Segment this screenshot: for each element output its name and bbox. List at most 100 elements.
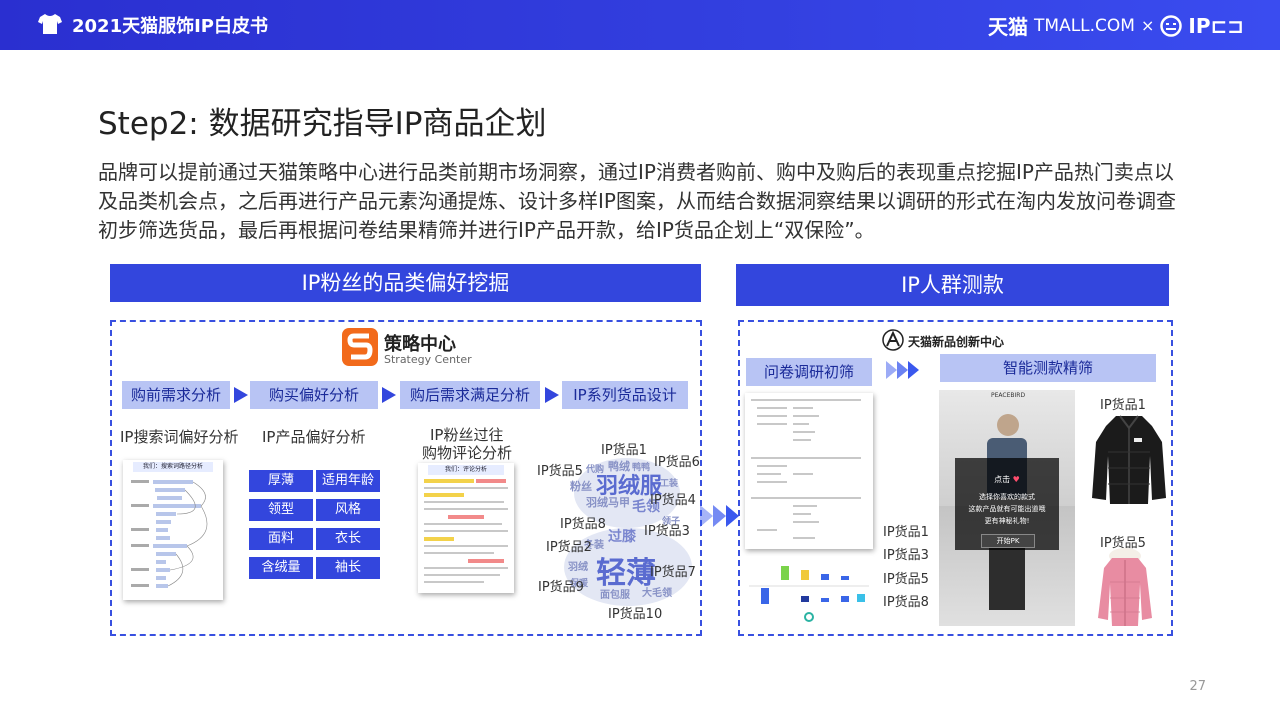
highlight [424, 493, 464, 497]
tshirt-icon [38, 14, 62, 34]
text-line [424, 574, 500, 576]
tmall-logo: 天猫 [988, 15, 1029, 39]
phone-screen: PEACEBIRD 点击 ♥ 选择你喜欢的款式 这款产品就有可能出道哦 更有神秘… [939, 390, 1075, 626]
goods-label-3: IP货品3 [644, 524, 690, 539]
popup-click: 点击 ♥ [955, 474, 1059, 485]
word-down-vest: 羽绒马甲 [586, 496, 630, 509]
survey-screening-label: 问卷调研初筛 [746, 358, 872, 386]
model-head [997, 414, 1019, 436]
sub-product-analysis: IP产品偏好分析 [262, 428, 366, 446]
innovation-center-name: 天猫新品创新中心 [908, 335, 1005, 349]
product-label-1: IP货品1 [1100, 398, 1146, 413]
popup-line-1: 选择你喜欢的款式 [979, 493, 1035, 501]
goods-label-1: IP货品1 [601, 443, 647, 458]
word-big-collar: 大毛领 [642, 588, 672, 599]
word-over-knee: 过膝 [608, 529, 636, 545]
connector-arrows [700, 505, 739, 527]
text-line [424, 487, 508, 489]
pink-down-coat-image [1098, 548, 1152, 626]
arrow-right-icon [545, 387, 559, 403]
text-line [424, 581, 484, 583]
pk-popup: 点击 ♥ 选择你喜欢的款式 这款产品就有可能出道哦 更有神秘礼物! 开始PK [955, 458, 1059, 550]
popup-line-2: 这款产品就有可能出道哦 [968, 505, 1046, 513]
start-pk-button[interactable]: 开始PK [981, 534, 1035, 548]
chevron-right-icon [713, 505, 726, 527]
text-line [424, 545, 508, 547]
popup-line-3: 更有神秘礼物! [984, 517, 1030, 525]
survey-lines [751, 399, 861, 539]
black-down-jacket-image [1092, 415, 1166, 504]
header-brand: 天猫 TMALL.COM × IP⊏⊐ [988, 11, 1244, 40]
highlight [424, 479, 474, 483]
text-line [424, 501, 504, 503]
word-daigou: 代购 [586, 465, 605, 475]
step-post-purchase: 购后需求满足分析 [400, 381, 540, 409]
text-line [424, 530, 508, 532]
popup-click-text: 点击 [994, 475, 1011, 484]
phone-brand: PEACEBIRD [991, 392, 1026, 399]
innovation-center-logo-icon [882, 329, 904, 351]
tag-sleeve: 袖长 [316, 557, 380, 579]
page-number: 27 [1189, 679, 1206, 694]
page-title: Step2: 数据研究指导IP商品企划 [98, 106, 547, 142]
tag-age: 适用年龄 [316, 470, 380, 492]
doc-title: 我们：评论分析 [428, 465, 504, 475]
tag-thickness: 厚薄 [249, 470, 313, 492]
arrow-right-icon [234, 387, 248, 403]
goods-label-10: IP货品10 [608, 607, 663, 622]
heart-icon: ♥ [1010, 475, 1020, 484]
word-workwear: 工装 [660, 479, 679, 489]
tag-length: 衣长 [316, 528, 380, 550]
model-body-2 [989, 540, 1025, 610]
strategy-center-logo-icon [342, 328, 378, 366]
step-pre-purchase: 购前需求分析 [122, 381, 230, 409]
ip-logo-text: IP⊏⊐ [1188, 13, 1244, 38]
review-document: 我们：评论分析 [418, 463, 514, 593]
chevron-right-icon [886, 361, 897, 379]
goods-label-8: IP货品8 [560, 517, 606, 532]
chevron-right-icon [908, 361, 919, 379]
search-path-document: 我们：搜索词路径分析 [123, 460, 223, 600]
test-goods-5: IP货品5 [883, 572, 929, 587]
test-goods-3: IP货品3 [883, 548, 929, 563]
doc-title: 我们：搜索词路径分析 [133, 462, 213, 472]
smart-test-label: 智能测款精筛 [940, 354, 1156, 382]
tag-down-content: 含绒量 [249, 557, 313, 579]
face-icon [1160, 14, 1183, 37]
test-goods-8: IP货品8 [883, 595, 929, 610]
tmall-domain: TMALL.COM [1034, 15, 1135, 36]
test-goods-1: IP货品1 [883, 525, 929, 540]
search-path-diagram [131, 480, 208, 588]
survey-document [745, 393, 873, 549]
times-sign: × [1140, 16, 1155, 35]
goods-label-4: IP货品4 [650, 493, 696, 508]
goods-label-6: IP货品6 [654, 455, 700, 470]
left-section-bar: IP粉丝的品类偏好挖掘 [110, 264, 701, 302]
word-duck-down: 鸭绒 [608, 460, 630, 473]
goods-label-5: IP货品5 [537, 464, 583, 479]
word-down: 羽绒 [568, 562, 588, 573]
word-yaya: 鸭鸭 [632, 463, 651, 473]
chevron-right-icon [897, 361, 908, 379]
text-line [424, 508, 508, 510]
tag-style: 风格 [316, 499, 380, 521]
connector-arrows-small [886, 361, 919, 379]
goods-label-2: IP货品2 [546, 540, 592, 555]
sub-search-analysis: IP搜索词偏好分析 [120, 428, 239, 446]
text-line [424, 552, 494, 554]
word-bread: 面包服 [600, 590, 630, 601]
text-line [424, 523, 502, 525]
strategy-center-en: Strategy Center [384, 353, 472, 366]
step-purchase-preference: 购买偏好分析 [250, 381, 378, 409]
word-fans: 粉丝 [570, 480, 592, 493]
sub-review-analysis-2: 购物评论分析 [422, 444, 513, 462]
tag-fabric: 面料 [249, 528, 313, 550]
intro-paragraph: 品牌可以提前通过天猫策略中心进行品类前期市场洞察，通过IP消费者购前、购中及购后… [98, 160, 1176, 242]
highlight [476, 479, 506, 483]
arrow-right-icon [382, 387, 396, 403]
highlight [448, 515, 484, 519]
step-ip-design: IP系列货品设计 [562, 381, 688, 409]
text-line [424, 567, 508, 569]
goods-label-9: IP货品9 [538, 580, 584, 595]
header-title: 2021天猫服饰IP白皮书 [72, 16, 268, 37]
